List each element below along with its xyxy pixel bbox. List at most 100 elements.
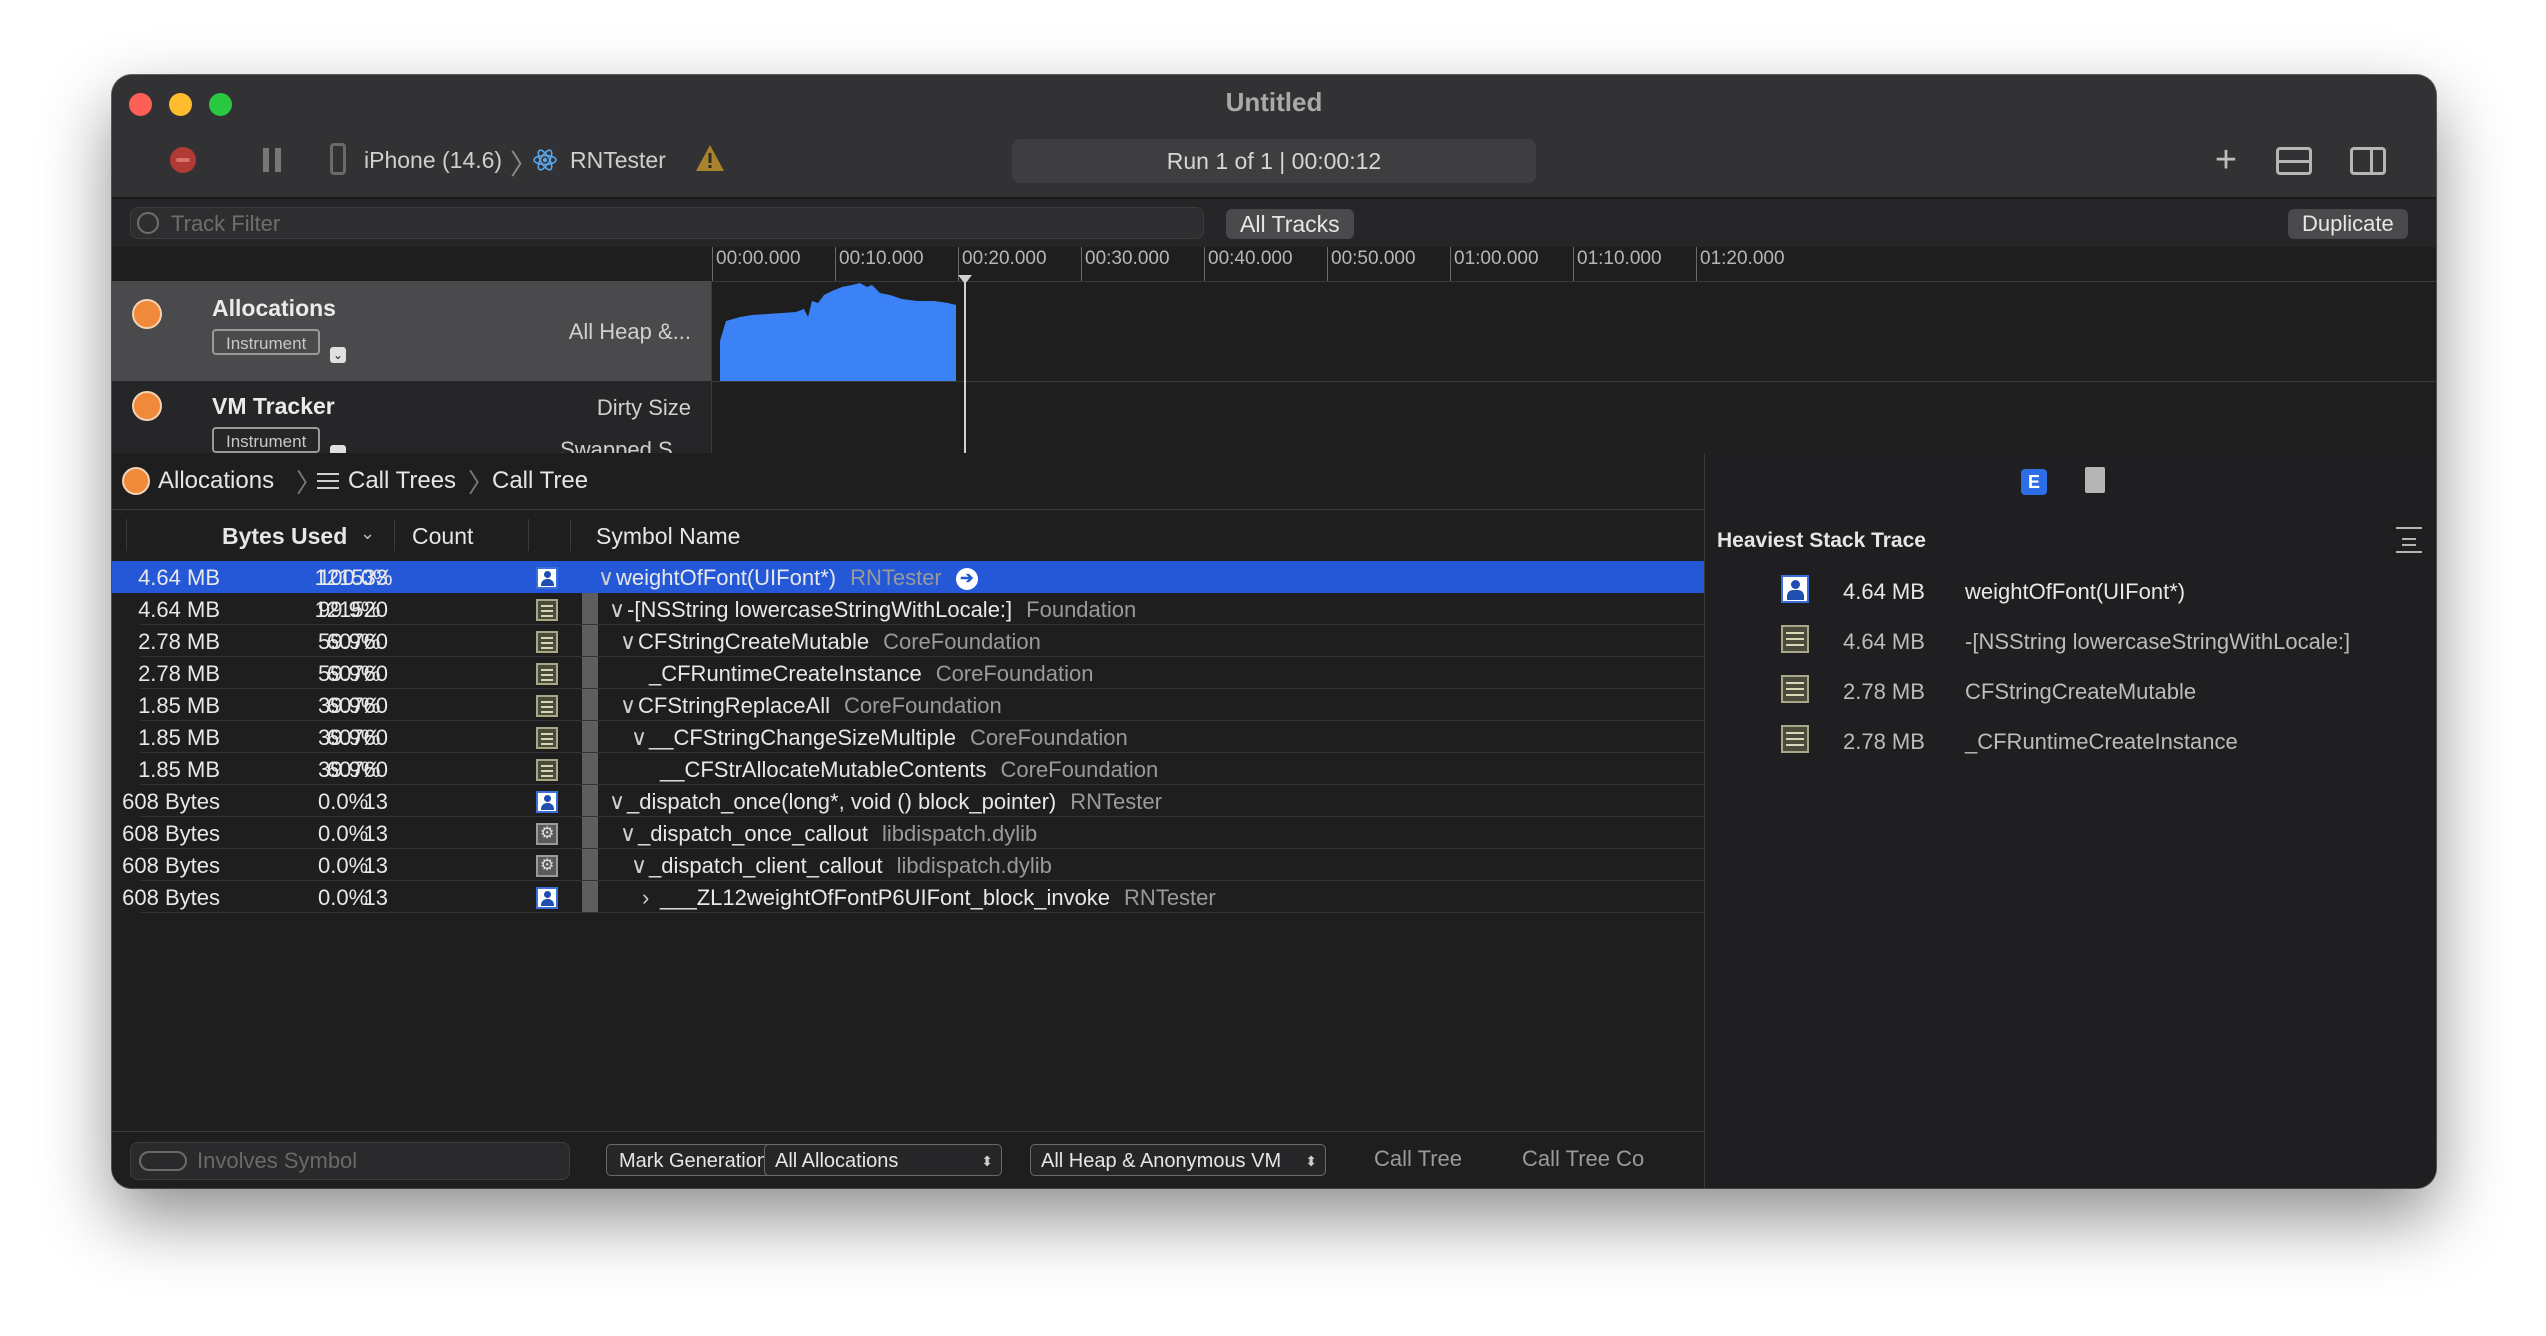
disclosure-triangle-icon[interactable]: ∨	[609, 597, 627, 623]
inspector-tabs: E	[1705, 453, 2436, 509]
document-tab-icon[interactable]	[2085, 467, 2105, 493]
tree-depth-stripe	[582, 817, 598, 849]
stack-frame[interactable]: 4.64 MB weightOfFont(UIFont*)	[1705, 567, 2436, 617]
symbol-name-column-header[interactable]: Symbol Name	[596, 523, 740, 550]
chevron-down-icon[interactable]: ⌄	[330, 347, 346, 363]
heap-type-value: All Heap & Anonymous VM	[1041, 1150, 1282, 1172]
playhead-line[interactable]	[964, 281, 966, 453]
disclosure-triangle-icon[interactable]: ∨	[620, 629, 638, 655]
table-row[interactable]: 608 Bytes 0.0% 13 ∨_dispatch_once(long*, vo…	[112, 785, 1704, 817]
involves-symbol-placeholder: Involves Symbol	[197, 1148, 358, 1173]
target-app-selector[interactable]: RNTester	[570, 147, 666, 174]
stack-frame[interactable]: 2.78 MB _CFRuntimeCreateInstance	[1705, 717, 2436, 767]
track-filter-input[interactable]: Track Filter	[130, 207, 1204, 239]
user-code-icon	[1781, 575, 1809, 603]
allocation-type-select[interactable]: All Allocations ⬍	[764, 1144, 1002, 1176]
tree-depth-stripe	[582, 625, 598, 657]
jumpbar-subview[interactable]: Call Tree	[492, 467, 588, 495]
count-column-header[interactable]: Count	[412, 523, 473, 550]
count-cell: 13	[363, 789, 388, 814]
stack-frame[interactable]: 4.64 MB -[NSString lowercaseStringWithLoc…	[1705, 617, 2436, 667]
stack-frame[interactable]: 2.78 MB CFStringCreateMutable	[1705, 667, 2436, 717]
sort-descending-icon[interactable]: ⌄	[360, 523, 375, 544]
stack-trace-options-icon[interactable]	[2396, 527, 2422, 553]
disclosure-triangle-icon[interactable]: ∨	[631, 725, 649, 751]
track-detail[interactable]: Dirty Size	[597, 395, 691, 421]
call-tree-constraints-button[interactable]: Call Tree Co	[1522, 1146, 1644, 1172]
track-header-vm-tracker[interactable]: VM Tracker Instrument ⌄ Dirty Size Swapp…	[112, 381, 712, 462]
instrument-badge[interactable]: Instrument	[212, 329, 321, 355]
track-vm-tracker[interactable]: VM Tracker Instrument ⌄ Dirty Size Swapp…	[112, 381, 2436, 462]
jumpbar-view[interactable]: Call Trees	[348, 467, 456, 495]
vm-tracker-graph[interactable]	[712, 381, 2436, 453]
call-tree-options-button[interactable]: Call Tree	[1374, 1146, 1462, 1172]
warning-icon[interactable]	[694, 143, 726, 173]
table-row[interactable]: 608 Bytes 0.0%13 ∨_dispatch_client_callout…	[112, 849, 1704, 881]
duplicate-button[interactable]: Duplicate	[2288, 209, 2408, 239]
ruler-tick: 00:40.000	[1204, 247, 1293, 281]
go-to-source-icon[interactable]: ➔	[955, 568, 978, 591]
symbol-name: weightOfFont(UIFont*)	[616, 565, 837, 590]
disclosure-triangle-icon[interactable]: ›	[642, 885, 660, 911]
allocations-graph[interactable]	[712, 281, 2436, 381]
jumpbar-instrument[interactable]: Allocations	[158, 467, 274, 495]
allocations-graph-svg	[720, 283, 956, 381]
record-stop-button[interactable]	[166, 143, 200, 177]
column-divider	[126, 519, 127, 551]
library-name: CoreFoundation	[1000, 757, 1159, 782]
involves-symbol-input[interactable]: Involves Symbol	[130, 1142, 570, 1180]
toggle-inspector-icon[interactable]	[2350, 147, 2386, 175]
table-row[interactable]: 2.78 MB 59.9% 60760 ∨CFStringCreateMutable C…	[112, 625, 1704, 657]
table-row[interactable]: 4.64 MB 100.0% 121533 ∨weightOfFont(UIFont*…	[112, 561, 1704, 593]
filter-options-icon[interactable]	[139, 1151, 187, 1171]
add-instrument-icon[interactable]: +	[2209, 139, 2243, 181]
track-name: Allocations	[212, 295, 336, 321]
ruler-tick: 00:00.000	[712, 247, 801, 281]
tree-depth-stripe	[582, 849, 598, 881]
framework-icon	[536, 663, 558, 685]
allocation-type-value: All Allocations	[775, 1150, 899, 1172]
extended-detail-tab-icon[interactable]: E	[2021, 469, 2047, 495]
symbol-cell: ∨-[NSString lowercaseStringWithLocale:] F…	[609, 597, 1136, 623]
heap-type-select[interactable]: All Heap & Anonymous VM ⬍	[1030, 1144, 1326, 1176]
device-selector[interactable]: iPhone (14.6)	[364, 147, 502, 174]
toolbar: Untitled iPhone (14.6) 〉 RNTester Run 1 …	[112, 75, 2436, 199]
table-row[interactable]: 1.85 MB 39.9% 60760 __CFStrAllocateMutableC…	[112, 753, 1704, 785]
disclosure-triangle-icon[interactable]: ∨	[631, 853, 649, 879]
count-cell: 121520	[314, 597, 388, 622]
call-tree-table[interactable]: 4.64 MB 100.0% 121533 ∨weightOfFont(UIFont*…	[112, 561, 1704, 913]
all-tracks-button[interactable]: All Tracks	[1226, 209, 1354, 239]
disclosure-triangle-icon[interactable]: ∨	[620, 693, 638, 719]
pause-button[interactable]	[257, 145, 287, 175]
bytes-used-cell: 608 Bytes	[122, 789, 220, 814]
track-detail[interactable]: All Heap &...	[569, 319, 691, 345]
disclosure-triangle-icon[interactable]: ∨	[598, 565, 616, 591]
table-row[interactable]: 1.85 MB 39.9% 60760 ∨CFStringReplaceAll Core…	[112, 689, 1704, 721]
toggle-detail-pane-icon[interactable]	[2276, 147, 2312, 175]
bytes-used-column-header[interactable]: Bytes Used	[222, 523, 347, 550]
bytes-used-cell: 1.85 MB	[138, 757, 220, 782]
count-cell: 13	[363, 853, 388, 878]
table-row[interactable]: 608 Bytes 0.0% 13 › ___ZL12weightOfFontP6UIF…	[112, 881, 1704, 913]
framework-icon	[1781, 725, 1809, 753]
count-cell: 13	[363, 885, 388, 910]
table-row[interactable]: 2.78 MB 59.9% 60760 _CFRuntimeCreateInstanc…	[112, 657, 1704, 689]
ruler-tick: 00:30.000	[1081, 247, 1170, 281]
library-name: RNTester	[850, 565, 942, 590]
instrument-badge[interactable]: Instrument	[212, 427, 321, 453]
disclosure-triangle-icon[interactable]: ∨	[609, 789, 627, 815]
mark-generation-button[interactable]: Mark Generation	[606, 1144, 781, 1176]
table-row[interactable]: 4.64 MB 99.9% 121520 ∨-[NSString lowercaseS…	[112, 593, 1704, 625]
track-allocations[interactable]: Allocations Instrument ⌄ All Heap &...	[112, 281, 2436, 382]
table-row[interactable]: 1.85 MB 39.9% 60760 ∨__CFStringChangeSizeMu…	[112, 721, 1704, 753]
percent-cell: 0.0%	[318, 885, 369, 910]
bytes-used-cell: 608 Bytes	[122, 853, 220, 878]
symbol-cell: ∨CFStringReplaceAll CoreFoundation	[620, 693, 1002, 719]
detail-pane: Allocations 〉 Call Trees 〉 Call Tree Byt…	[112, 453, 2436, 1188]
track-header-allocations[interactable]: Allocations Instrument ⌄ All Heap &...	[112, 281, 712, 381]
react-app-icon	[532, 147, 558, 173]
table-row[interactable]: 608 Bytes 0.0%13 ∨_dispatch_once_callout li…	[112, 817, 1704, 849]
disclosure-triangle-icon[interactable]: ∨	[620, 821, 638, 847]
library-name: CoreFoundation	[883, 629, 1041, 654]
user-code-icon	[536, 887, 558, 909]
